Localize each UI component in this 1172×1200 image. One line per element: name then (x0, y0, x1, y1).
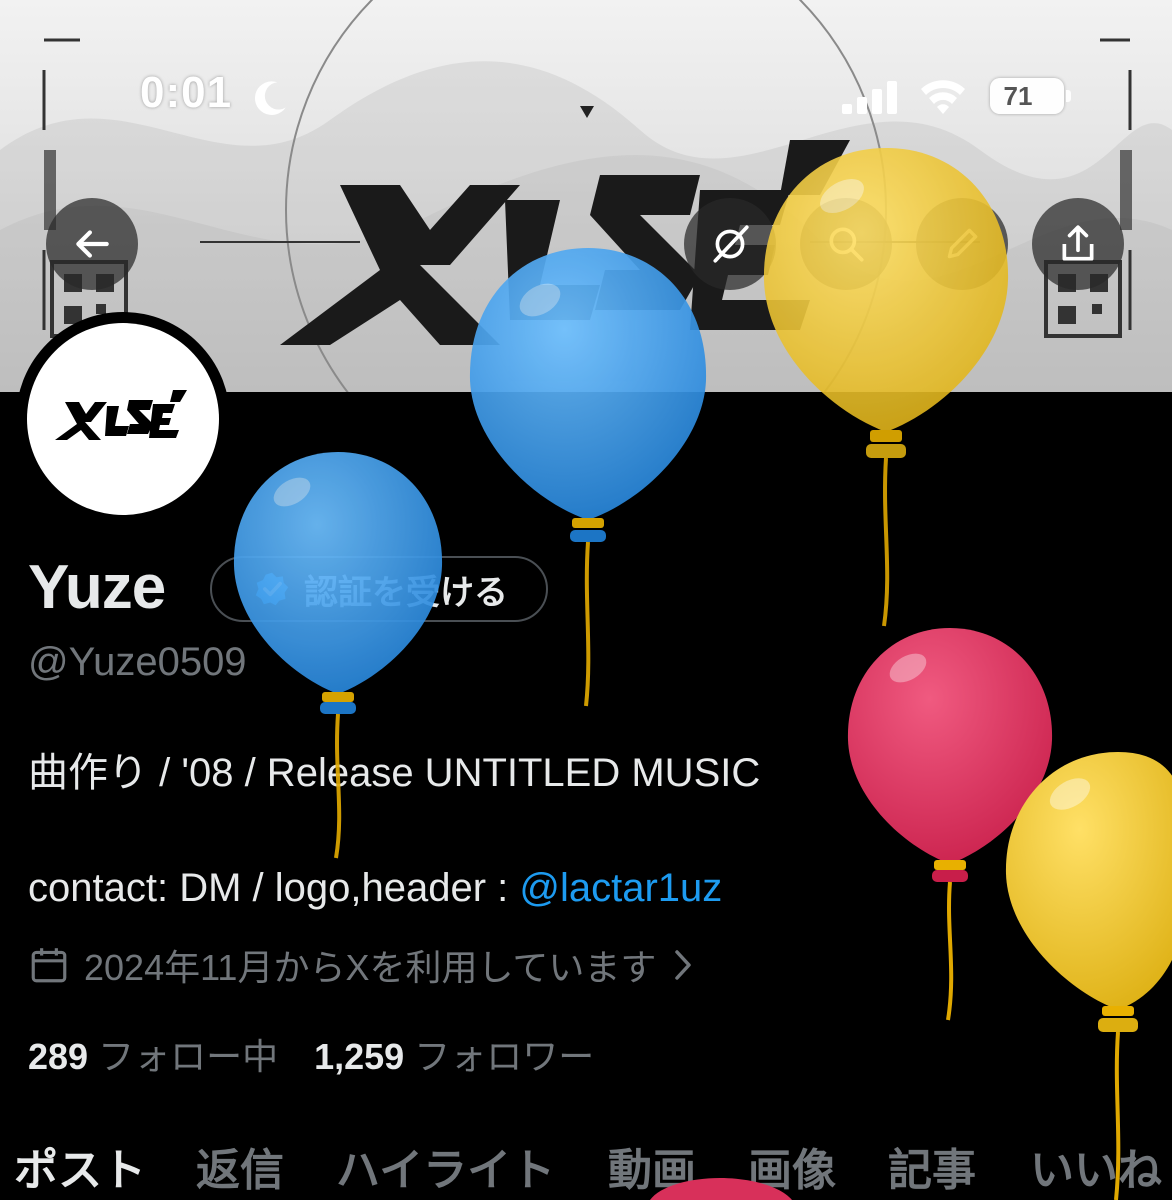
tab-highlights[interactable]: ハイライト (336, 1134, 555, 1198)
battery-level: 71 (1003, 81, 1033, 111)
user-handle: @Yuze0509 (28, 640, 247, 684)
following-label: フォロー中 (98, 1036, 279, 1077)
back-arrow-icon (76, 230, 109, 258)
calendar-icon (31, 948, 67, 983)
get-verified-button[interactable]: 認証を受ける (210, 556, 548, 622)
tab-articles[interactable]: 記事 (888, 1134, 976, 1198)
status-bar: 0:01 71 (0, 60, 1172, 134)
followers-label: フォロワー (414, 1036, 595, 1077)
back-button[interactable] (46, 198, 138, 290)
wifi-icon (921, 80, 965, 114)
avatar-logo (55, 390, 187, 440)
followers-count: 1,259 (314, 1036, 405, 1077)
search-button[interactable] (800, 198, 892, 290)
share-icon (1062, 225, 1094, 261)
share-button[interactable] (1032, 198, 1124, 290)
avatar-image (27, 323, 219, 515)
tab-likes[interactable]: いいね (1030, 1134, 1162, 1198)
tab-posts[interactable]: ポスト (14, 1134, 146, 1198)
red-balloon (847, 628, 1053, 1021)
joined-date-row[interactable]: 2024年11月からXを利用しています (28, 942, 694, 988)
battery-icon: 71 (990, 78, 1071, 114)
bio-mention-link[interactable]: @lactar1uz (519, 866, 722, 910)
following-link[interactable]: 289 フォロー中 (28, 1036, 278, 1077)
avatar[interactable] (16, 312, 230, 526)
grok-icon (713, 225, 749, 263)
joined-date-text: 2024年11月からXを利用しています (84, 947, 657, 988)
get-verified-label: 認証を受ける (304, 573, 508, 612)
moon-icon (254, 81, 286, 115)
tab-images[interactable]: 画像 (748, 1134, 836, 1198)
profile-tabs: ポスト 返信 ハイライト 動画 画像 記事 いいね (0, 1130, 1172, 1200)
follow-stats: 289 フォロー中 1,259 フォロワー (28, 1028, 594, 1080)
bio-line-2-text: contact: DM / logo,header : (28, 866, 520, 910)
followers-link[interactable]: 1,259 フォロワー (314, 1036, 594, 1077)
tab-videos[interactable]: 動画 (608, 1134, 696, 1198)
bio-line-2: contact: DM / logo,header : @lactar1uz (28, 866, 722, 911)
compose-button[interactable] (916, 198, 1008, 290)
following-count: 289 (28, 1036, 89, 1077)
bio-line-1: 曲作り / '08 / Release UNTITLED MUSIC (28, 751, 761, 795)
compose-icon (947, 228, 978, 259)
display-name: Yuze (28, 553, 166, 622)
signal-icon (842, 81, 897, 114)
battery-nub (1066, 90, 1071, 102)
chevron-right-icon (675, 950, 692, 980)
verified-badge-icon (255, 572, 289, 606)
status-time: 0:01 (140, 68, 233, 117)
search-icon (829, 227, 864, 262)
grok-button[interactable] (684, 198, 776, 290)
tab-replies[interactable]: 返信 (196, 1134, 284, 1198)
